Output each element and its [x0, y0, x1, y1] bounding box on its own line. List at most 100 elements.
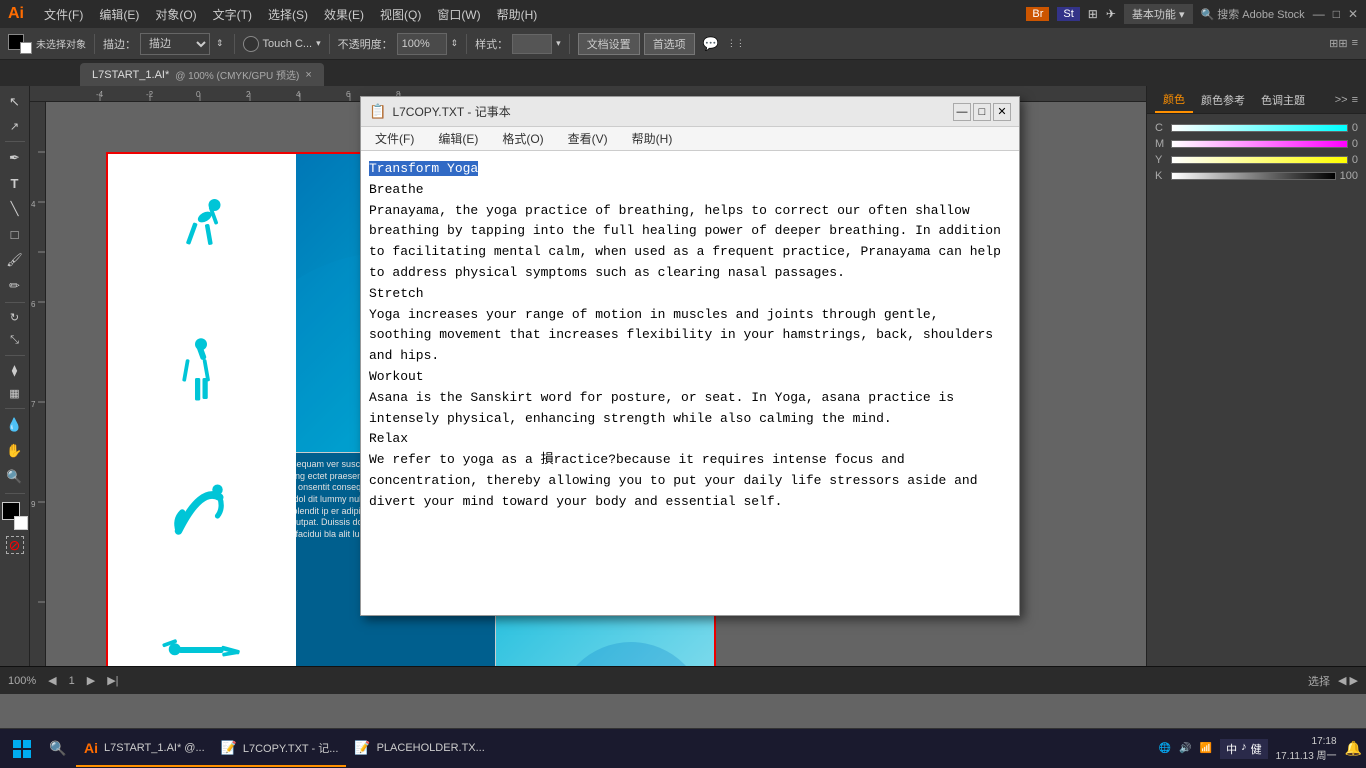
doc-settings-btn[interactable]: 文档设置 [578, 33, 640, 55]
svg-text:6: 6 [31, 300, 36, 309]
menu-view[interactable]: 视图(Q) [372, 6, 429, 23]
nav-arrows[interactable]: ◀ ▶ [1338, 674, 1358, 687]
toolbar-options[interactable]: ⋮⋮ [727, 38, 745, 49]
notepad-title-bar[interactable]: 📋 L7COPY.TXT - 记事本 — □ ✕ [361, 97, 1019, 127]
menu-effect[interactable]: 效果(E) [316, 6, 372, 23]
notification-icon[interactable]: 🔔 [1345, 740, 1362, 757]
svg-text:7: 7 [31, 400, 36, 409]
notepad-minimize-btn[interactable]: — [953, 103, 971, 121]
m-slider[interactable] [1171, 140, 1348, 148]
page-num: 1 [69, 675, 75, 687]
notepad-close-btn[interactable]: ✕ [993, 103, 1011, 121]
close-btn[interactable]: ✕ [1348, 7, 1358, 21]
shape-tool[interactable]: □ [2, 223, 28, 246]
zoom-tool[interactable]: 🔍 [2, 465, 28, 489]
blend-tool[interactable]: ⧫ [2, 360, 28, 381]
opacity-input[interactable] [397, 33, 447, 55]
taskbar-search[interactable]: 🔍 [40, 731, 76, 767]
scale-tool[interactable]: ⤡ [2, 330, 28, 351]
right-side-panel: 颜色 颜色参考 色调主题 >> ≡ C 0 M 0 Y [1146, 86, 1366, 666]
nav-prev[interactable]: ◀ [48, 674, 56, 687]
preferences-btn[interactable]: 首选项 [644, 33, 695, 55]
hand-tool[interactable]: ✋ [2, 439, 28, 463]
ime-area[interactable]: 中 ♪ 健 [1220, 739, 1268, 759]
k-slider[interactable] [1171, 172, 1336, 180]
basic-function-btn[interactable]: 基本功能 ▾ [1124, 4, 1193, 24]
arrange-icon[interactable]: ✈ [1106, 7, 1116, 21]
np-menu-view[interactable]: 查看(V) [562, 128, 614, 149]
k-label: K [1155, 170, 1167, 182]
notepad-maximize-btn[interactable]: □ [973, 103, 991, 121]
color-swatches[interactable] [8, 34, 32, 54]
touch-dropdown[interactable]: ▾ [316, 38, 321, 49]
notepad2-icon: 📝 [354, 740, 370, 756]
menu-edit[interactable]: 编辑(E) [91, 6, 147, 23]
wifi-icon[interactable]: 📶 [1200, 743, 1212, 754]
fill-circle [243, 36, 259, 52]
panel-expand-btn[interactable]: >> [1335, 94, 1348, 106]
doc-tab-close[interactable]: × [305, 69, 311, 81]
type-tool[interactable]: T [2, 172, 28, 195]
np-menu-format[interactable]: 格式(O) [496, 128, 549, 149]
minimize-btn[interactable]: — [1313, 7, 1325, 21]
y-slider[interactable] [1171, 156, 1348, 164]
select-tool[interactable]: ↖ [2, 90, 28, 114]
k-val: 100 [1340, 170, 1358, 182]
line-tool[interactable]: ╲ [2, 197, 28, 221]
none-color[interactable]: ⊘ [6, 536, 24, 554]
pencil-tool[interactable]: ✏ [2, 274, 28, 298]
taskbar-app-notepad2[interactable]: 📝 PLACEHOLDER.TX... [346, 731, 492, 767]
menu-help[interactable]: 帮助(H) [489, 6, 546, 23]
canvas-area[interactable]: -4 -2 0 2 4 6 8 [30, 86, 1146, 666]
gradient-tool[interactable]: ▦ [2, 383, 28, 404]
nav-end[interactable]: ▶| [107, 674, 118, 687]
opacity-arrow[interactable]: ⇕ [451, 38, 459, 49]
ime-music: ♪ [1241, 741, 1247, 757]
taskbar-right: 🌐 🔊 📶 中 ♪ 健 17:18 17.11.13 周一 🔔 [1159, 736, 1362, 762]
menu-window[interactable]: 窗口(W) [429, 6, 488, 23]
style-box[interactable] [512, 34, 552, 54]
taskbar-app-ai[interactable]: Ai L7START_1.AI* @... [76, 731, 213, 767]
eyedropper-tool[interactable]: 💧 [2, 413, 28, 437]
menu-file[interactable]: 文件(F) [36, 6, 91, 23]
grid-icon[interactable]: ⊞ [1088, 7, 1098, 21]
zoom-level: 100% [8, 675, 36, 687]
color-tab[interactable]: 颜色 [1155, 87, 1193, 113]
search-label: 🔍 搜索 Adobe Stock [1201, 6, 1305, 22]
comment-icon[interactable]: 💬 [699, 36, 723, 52]
sound-icon[interactable]: 🔊 [1179, 743, 1191, 754]
color-theme-tab[interactable]: 色调主题 [1253, 88, 1313, 112]
start-button[interactable] [4, 731, 40, 767]
taskbar-app-notepad1[interactable]: 📝 L7COPY.TXT - 记... [213, 731, 347, 767]
direct-select-tool[interactable]: ↗ [2, 116, 28, 137]
np-menu-edit[interactable]: 编辑(E) [432, 128, 484, 149]
style-arrow[interactable]: ▾ [556, 38, 561, 49]
maximize-btn[interactable]: □ [1333, 7, 1340, 21]
color-ref-tab[interactable]: 颜色参考 [1193, 88, 1253, 112]
right-panel-content: C 0 M 0 Y 0 K 100 [1147, 114, 1366, 190]
paintbrush-tool[interactable]: 🖌 [2, 248, 28, 272]
m-val: 0 [1352, 138, 1358, 150]
menu-text[interactable]: 文字(T) [205, 6, 260, 23]
pen-tool[interactable]: ✒ [2, 146, 28, 170]
rotate-tool[interactable]: ↻ [2, 307, 28, 328]
notepad-text-area[interactable]: Transform Yoga Breathe Pranayama, the yo… [361, 151, 1019, 615]
np-menu-help[interactable]: 帮助(H) [626, 128, 679, 149]
selection-tool-section: 未选择对象 [8, 34, 86, 54]
menu-object[interactable]: 对象(O) [147, 6, 204, 23]
color-sliders: C 0 M 0 Y 0 K 100 [1155, 122, 1358, 182]
np-menu-file[interactable]: 文件(F) [369, 128, 420, 149]
stroke-select[interactable]: 描边 [140, 33, 210, 55]
toolbar-right: ⊞⊞ ≡ [1329, 37, 1358, 50]
sep-2 [234, 34, 235, 54]
menu-select[interactable]: 选择(S) [260, 6, 316, 23]
background-color[interactable] [14, 516, 28, 530]
panel-menu-btn[interactable]: ≡ [1352, 94, 1358, 106]
status-left: 100% ◀ 1 ▶ ▶| [8, 674, 119, 687]
c-label: C [1155, 122, 1167, 134]
network-icon[interactable]: 🌐 [1159, 743, 1171, 754]
nav-next[interactable]: ▶ [87, 674, 95, 687]
doc-tab[interactable]: L7START_1.AI* @ 100% (CMYK/GPU 预选) × [80, 63, 324, 86]
c-slider[interactable] [1171, 124, 1348, 132]
background-swatch[interactable] [20, 42, 32, 54]
